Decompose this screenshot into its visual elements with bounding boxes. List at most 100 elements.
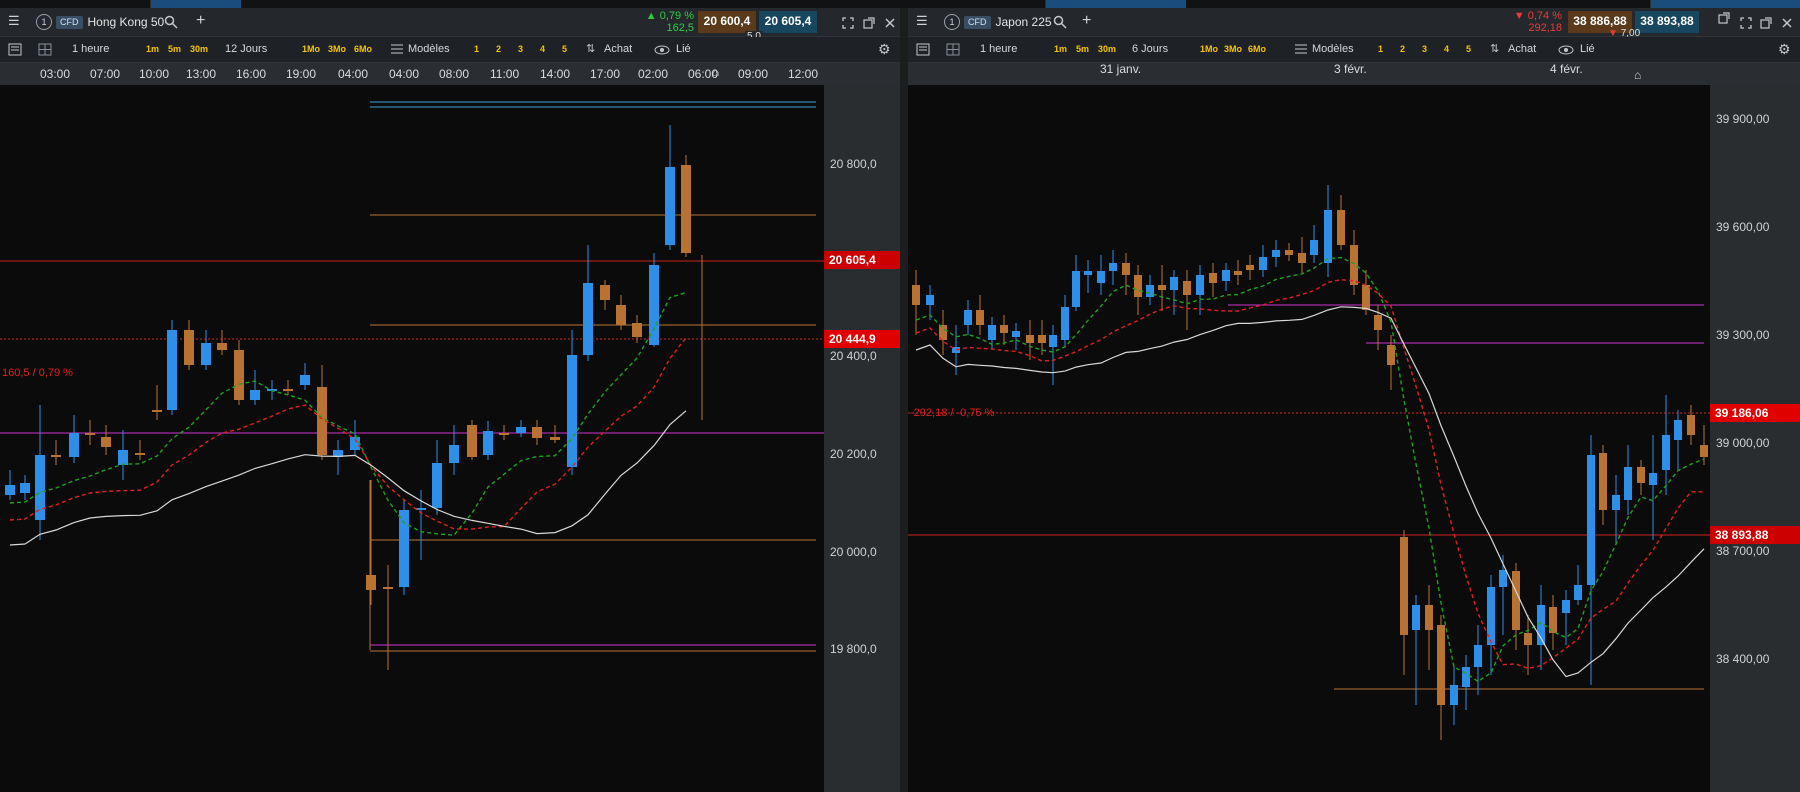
- price-tick-label: 39 000,00: [1716, 436, 1770, 450]
- candle-body: [1183, 281, 1191, 295]
- price-tick-label: 20 800,0: [830, 157, 877, 171]
- grid-layout-icon[interactable]: [946, 43, 960, 56]
- panel-divider[interactable]: [900, 8, 908, 792]
- price-tick-label: 20 000,0: [830, 545, 877, 559]
- expand-icon[interactable]: [1740, 17, 1752, 29]
- search-icon[interactable]: [1053, 15, 1067, 29]
- price-axis[interactable]: 39 900,00 39 600,00 39 300,00 39 000,00 38 7…: [1710, 85, 1800, 792]
- link-button[interactable]: Lié: [1580, 41, 1595, 58]
- window-number-badge[interactable]: 1: [944, 14, 960, 30]
- change-display: ▼ 0,74 % 292,18: [1504, 10, 1562, 34]
- candle-body: [1310, 240, 1318, 255]
- range-select[interactable]: 12 Jours: [225, 41, 267, 58]
- instrument-tab[interactable]: CFD Hong Kong 50: [56, 13, 164, 31]
- candle-body: [1362, 285, 1370, 310]
- slot-5[interactable]: 5: [1466, 41, 1471, 58]
- eye-icon[interactable]: [654, 45, 670, 55]
- chart-area[interactable]: 20 800,0 20 400,0 20 200,0 20 000,0 19 800,0…: [0, 85, 900, 792]
- slot-4[interactable]: 4: [1444, 41, 1449, 58]
- hamburger-icon[interactable]: ☰: [916, 8, 928, 34]
- gear-icon[interactable]: ⚙: [1778, 41, 1791, 58]
- interval-5m[interactable]: 5m: [168, 41, 181, 58]
- chart-type-icon[interactable]: ⇅: [586, 41, 595, 58]
- interval-select[interactable]: 1 heure: [72, 41, 109, 58]
- slot-1[interactable]: 1: [1378, 41, 1383, 58]
- candle-body: [1158, 285, 1166, 290]
- cfd-badge: CFD: [964, 16, 991, 29]
- interval-5m[interactable]: 5m: [1076, 41, 1089, 58]
- candle-body: [1624, 467, 1632, 500]
- candle-body: [1337, 210, 1345, 245]
- side-button[interactable]: Achat: [1508, 41, 1536, 58]
- slot-3[interactable]: 3: [1422, 41, 1427, 58]
- moving-average-mid: [915, 278, 1705, 670]
- top-strip-segment: [1650, 0, 1800, 8]
- chart-type-icon[interactable]: ⇅: [1490, 41, 1499, 58]
- top-strip-segment: [150, 0, 241, 8]
- interval-30m[interactable]: 30m: [190, 41, 208, 58]
- candle-body: [550, 437, 560, 440]
- range-3mo[interactable]: 3Mo: [1224, 41, 1242, 58]
- candle-body: [926, 295, 934, 305]
- slot-1[interactable]: 1: [474, 41, 479, 58]
- candle-body: [1084, 271, 1092, 275]
- range-select[interactable]: 6 Jours: [1132, 41, 1168, 58]
- templates-button[interactable]: Modèles: [1312, 41, 1354, 58]
- ask-price-button[interactable]: 38 893,88: [1635, 11, 1699, 33]
- slot-2[interactable]: 2: [496, 41, 501, 58]
- add-tab-button[interactable]: +: [1082, 8, 1091, 34]
- search-icon[interactable]: [164, 15, 178, 29]
- gear-icon[interactable]: ⚙: [878, 41, 891, 58]
- slot-5[interactable]: 5: [562, 41, 567, 58]
- link-button[interactable]: Lié: [676, 41, 691, 58]
- hamburger-icon[interactable]: ☰: [8, 8, 20, 34]
- popout-icon[interactable]: [1718, 12, 1730, 24]
- interval-30m[interactable]: 30m: [1098, 41, 1116, 58]
- templates-icon[interactable]: [8, 43, 22, 56]
- instrument-tab[interactable]: CFD Japon 225: [964, 13, 1052, 31]
- candle-body: [1350, 245, 1358, 285]
- ask-price-button[interactable]: 20 605,4: [759, 11, 817, 33]
- close-icon[interactable]: [1781, 17, 1793, 29]
- eye-icon[interactable]: [1558, 45, 1574, 55]
- close-icon[interactable]: [884, 17, 896, 29]
- candle-body: [217, 343, 227, 350]
- interval-1m[interactable]: 1m: [1054, 41, 1067, 58]
- expand-icon[interactable]: [842, 17, 854, 29]
- price-axis[interactable]: 20 800,0 20 400,0 20 200,0 20 000,0 19 800,0…: [824, 85, 900, 792]
- candle-body: [1097, 271, 1105, 283]
- window-number-badge[interactable]: 1: [36, 14, 52, 30]
- templates-list-icon[interactable]: [390, 43, 404, 55]
- candlestick-chart[interactable]: [0, 85, 900, 792]
- candle-body: [1649, 473, 1657, 485]
- slot-2[interactable]: 2: [1400, 41, 1405, 58]
- templates-list-icon[interactable]: [1294, 43, 1308, 55]
- grid-layout-icon[interactable]: [38, 43, 52, 56]
- interval-select[interactable]: 1 heure: [980, 41, 1017, 58]
- slot-4[interactable]: 4: [540, 41, 545, 58]
- interval-1m[interactable]: 1m: [146, 41, 159, 58]
- price-tick-label: 20 400,0: [830, 349, 877, 363]
- candle-body: [1687, 415, 1695, 435]
- popout-icon[interactable]: [1760, 17, 1772, 29]
- bid-price-button[interactable]: 20 600,4: [698, 11, 756, 33]
- add-tab-button[interactable]: +: [196, 8, 205, 34]
- chart-area[interactable]: 39 900,00 39 600,00 39 300,00 39 000,00 38 7…: [908, 85, 1800, 792]
- slot-3[interactable]: 3: [518, 41, 523, 58]
- templates-icon[interactable]: [916, 43, 930, 56]
- templates-button[interactable]: Modèles: [408, 41, 450, 58]
- time-tick-label: 03:00: [40, 67, 71, 81]
- chart-panel-hong-kong-50: ☰ 1 CFD Hong Kong 50 + ▲ 0,79 % 162,5 20 …: [0, 8, 900, 792]
- range-1mo[interactable]: 1Mo: [302, 41, 320, 58]
- side-button[interactable]: Achat: [604, 41, 632, 58]
- range-6mo[interactable]: 6Mo: [354, 41, 372, 58]
- moving-average-slow: [9, 410, 687, 546]
- range-1mo[interactable]: 1Mo: [1200, 41, 1218, 58]
- popout-icon[interactable]: [863, 17, 875, 29]
- candle-body: [1499, 570, 1507, 587]
- candlestick-chart[interactable]: [908, 85, 1800, 792]
- range-6mo[interactable]: 6Mo: [1248, 41, 1266, 58]
- candle-body: [1122, 263, 1130, 275]
- range-3mo[interactable]: 3Mo: [328, 41, 346, 58]
- candle-body: [1246, 265, 1254, 270]
